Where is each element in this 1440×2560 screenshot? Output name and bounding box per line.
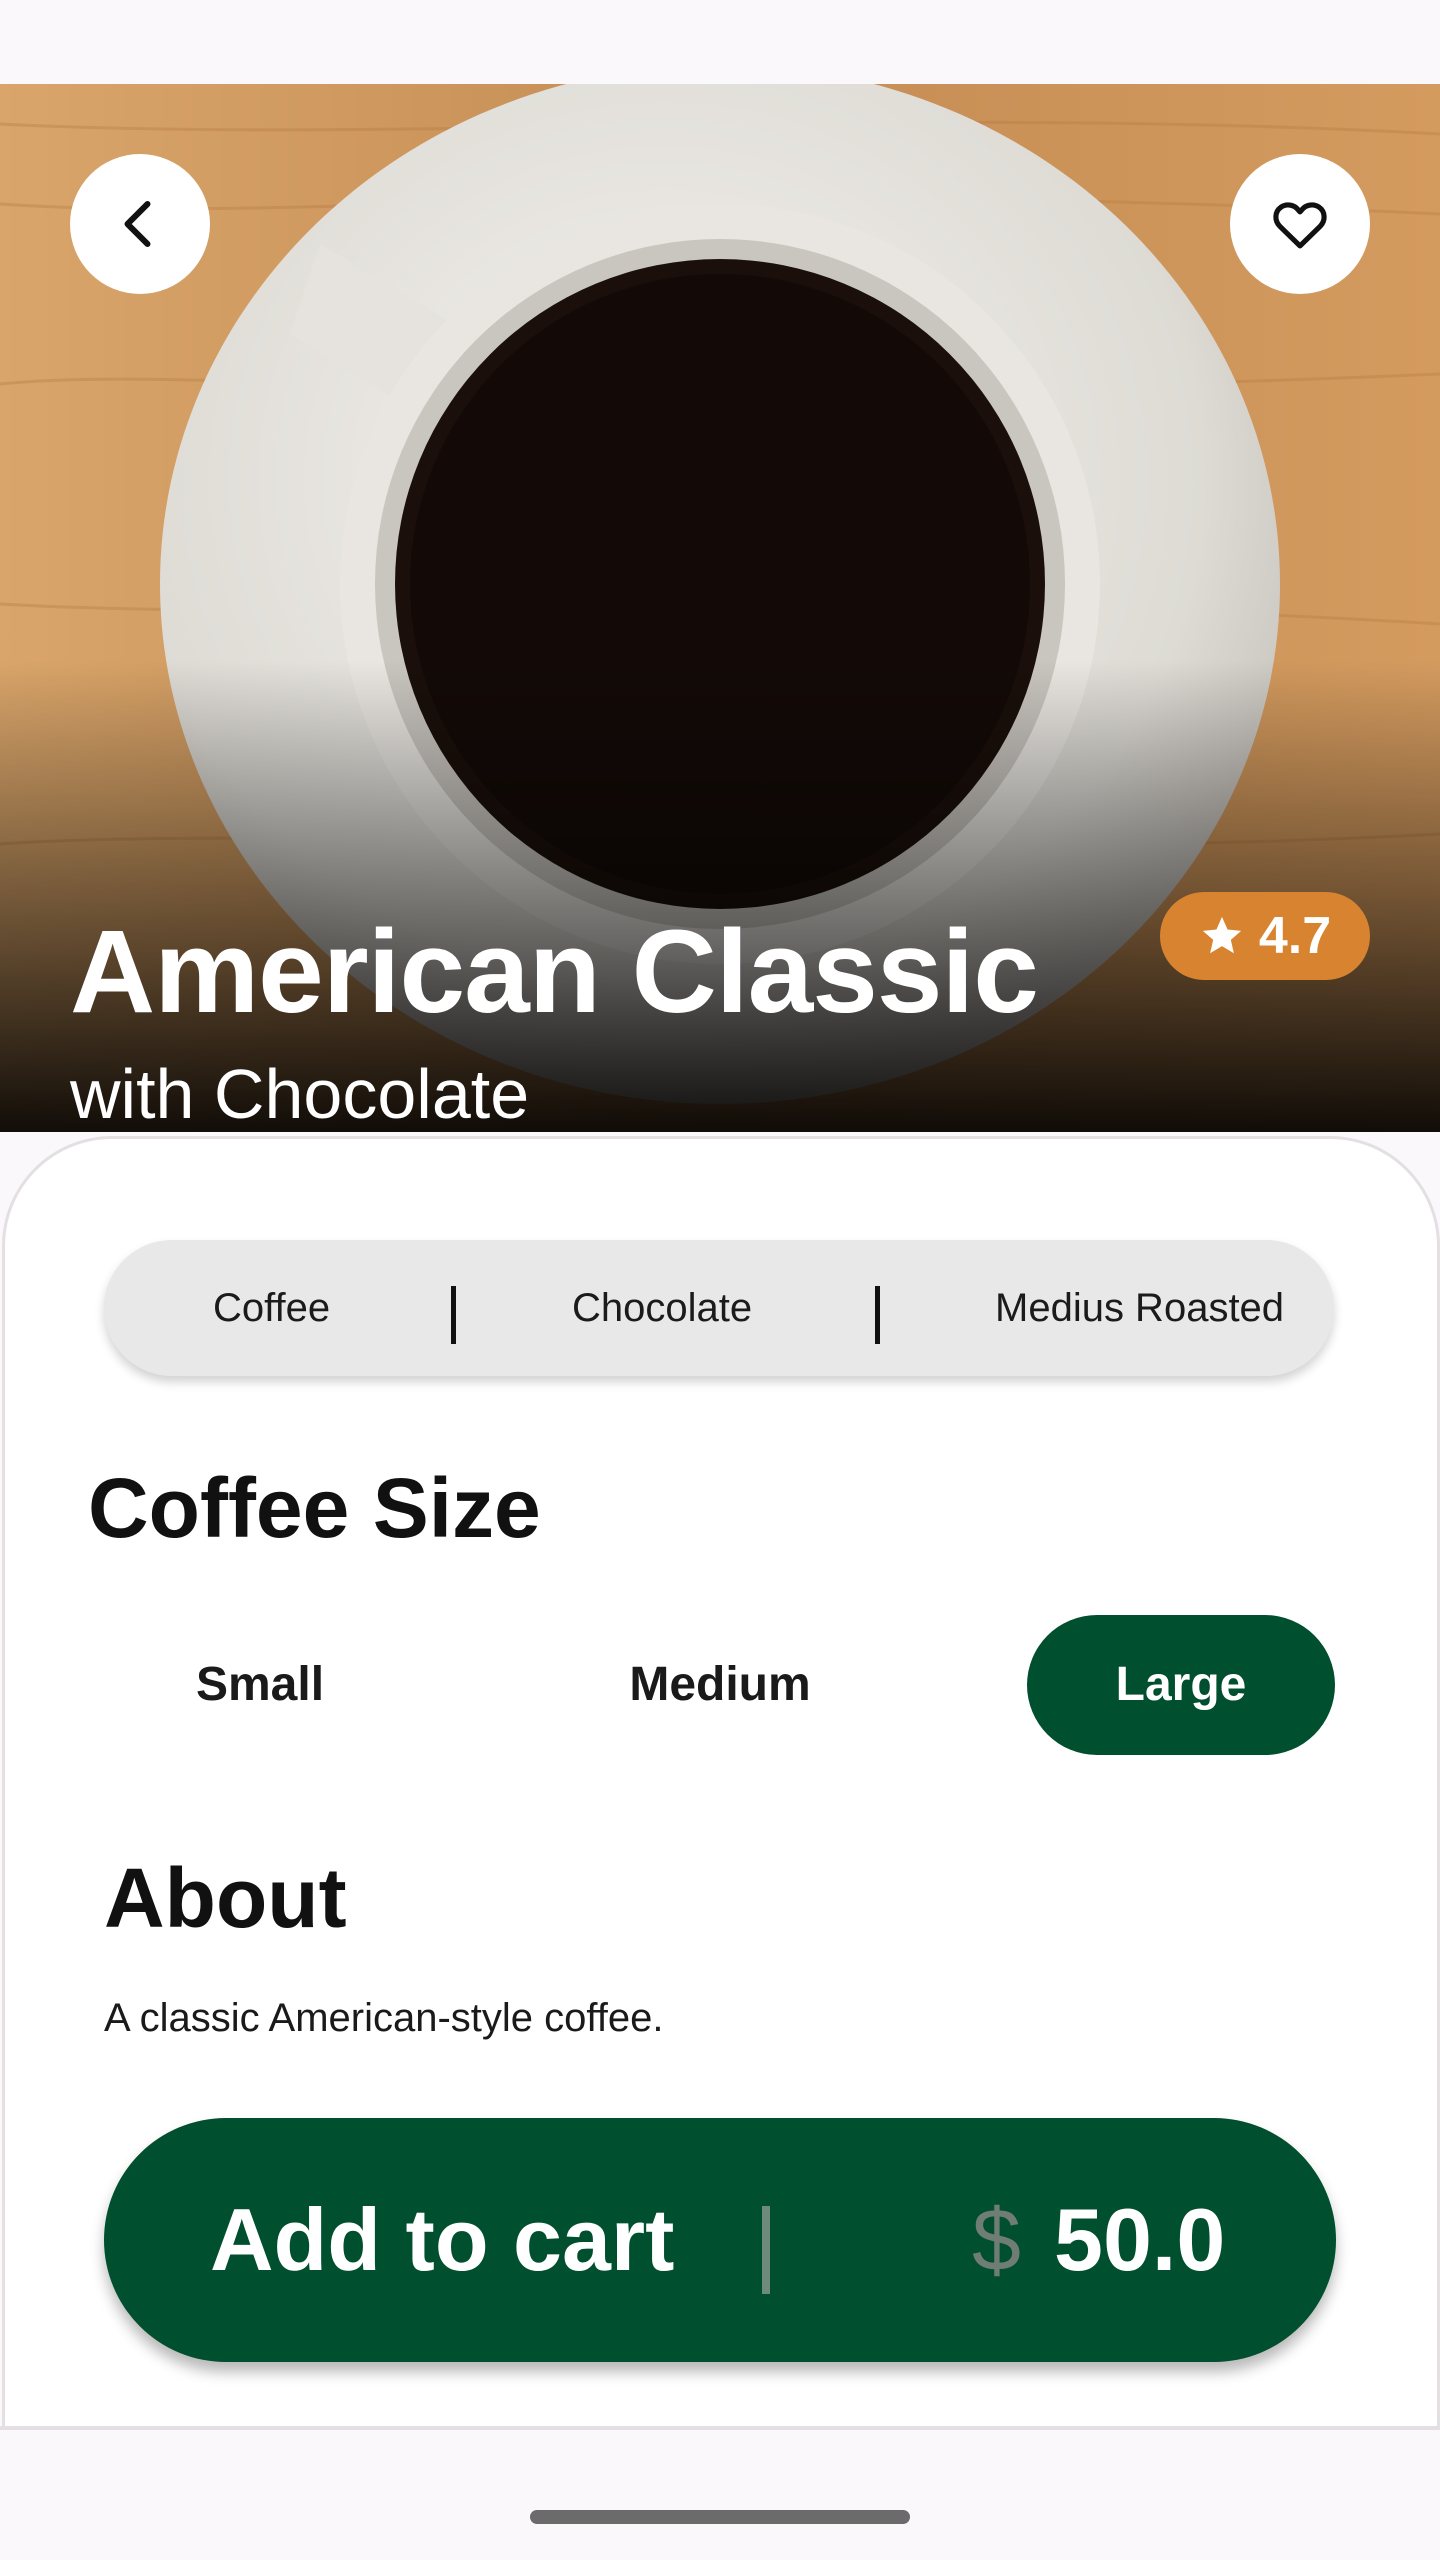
about-heading: About [104, 1851, 347, 1945]
product-title: American Classic [70, 906, 1039, 1038]
tag-divider [875, 1286, 880, 1344]
add-to-cart-button[interactable]: Add to cart $ 50.0 [104, 2118, 1336, 2362]
tag-chocolate: Chocolate [572, 1286, 753, 1330]
size-small-button[interactable]: Small [110, 1615, 410, 1755]
bottom-divider [0, 2426, 1440, 2430]
size-large-button[interactable]: Large [1027, 1615, 1335, 1755]
tag-bar: Coffee Chocolate Medius Roasted [104, 1240, 1334, 1376]
product-hero: American Classic with Chocolate 4.7 [0, 84, 1440, 1132]
currency-symbol: $ [972, 2190, 1021, 2289]
coffee-size-heading: Coffee Size [88, 1461, 541, 1555]
rating-badge: 4.7 [1160, 892, 1370, 980]
cart-divider [762, 2206, 770, 2294]
tag-roast: Medius Roasted [995, 1286, 1285, 1330]
rating-value: 4.7 [1258, 907, 1332, 965]
back-button[interactable] [70, 154, 210, 294]
heart-outline-icon [1273, 202, 1327, 249]
about-description: A classic American-style coffee. [104, 1996, 664, 2040]
status-bar [0, 0, 1440, 84]
chevron-left-icon [124, 201, 151, 247]
add-to-cart-label: Add to cart [210, 2190, 675, 2289]
home-indicator[interactable] [530, 2510, 910, 2524]
tag-coffee: Coffee [213, 1286, 331, 1330]
product-subtitle: with Chocolate [70, 1055, 530, 1132]
size-medium-button[interactable]: Medium [570, 1615, 870, 1755]
price-value: 50.0 [1054, 2190, 1226, 2289]
tag-divider [451, 1286, 456, 1344]
favorite-button[interactable] [1230, 154, 1370, 294]
star-icon [1202, 916, 1242, 954]
